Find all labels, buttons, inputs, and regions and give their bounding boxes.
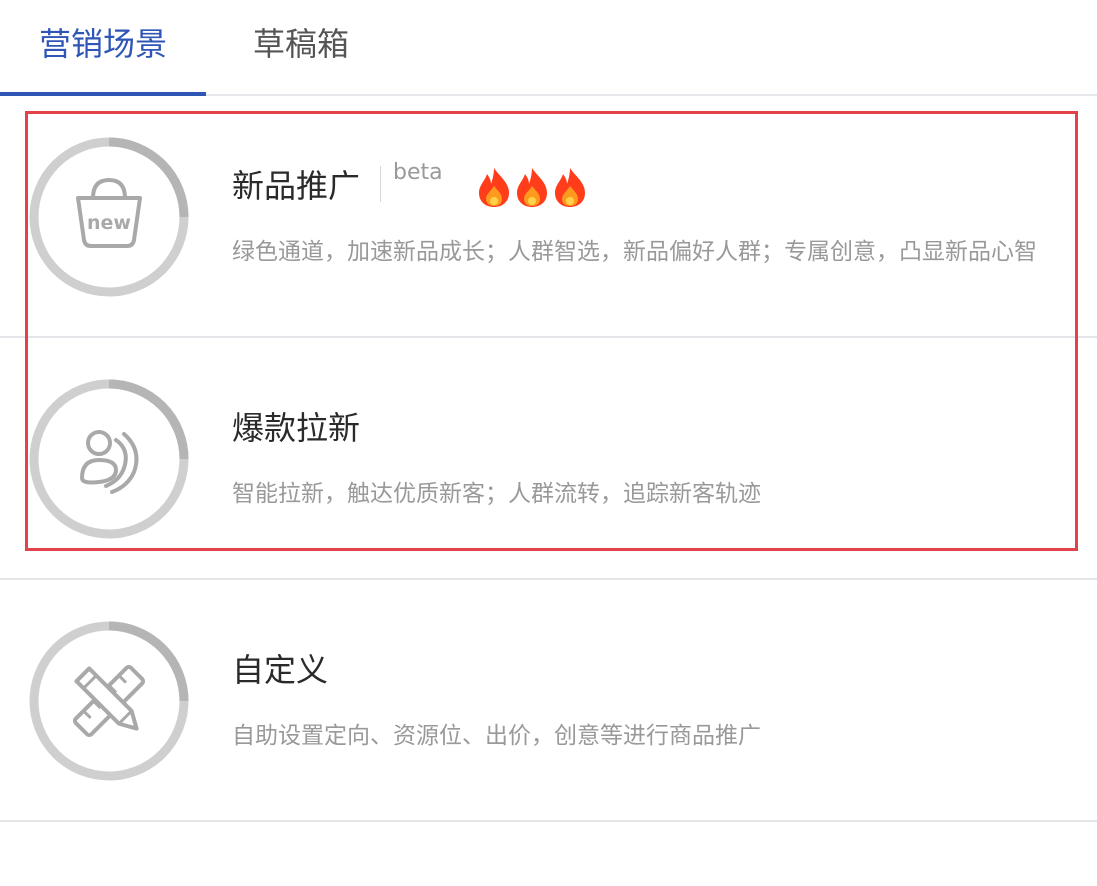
svg-text:new: new [87,212,131,234]
scene-header: 爆款拉新 [232,404,360,448]
tab-marketing-scenes[interactable]: 营销场景 [0,0,206,96]
flame-icon [478,168,509,207]
pencil-ruler-icon [28,620,190,782]
scene-header: 新品推广 beta [232,160,589,208]
beta-badge: beta [393,160,443,185]
scene-header: 自定义 [232,646,328,690]
marketing-scene-page: 营销场景 草稿箱 new 新品推广 beta 绿色通道，加速新品成长；人群智选，… [0,0,1097,886]
scene-item-hot-acquisition[interactable]: 爆款拉新 智能拉新，触达优质新客；人群流转，追踪新客轨迹 [0,338,1097,580]
hot-rating [475,166,589,208]
scene-description: 自助设置定向、资源位、出价，创意等进行商品推广 [232,723,761,749]
flame-icon [516,168,547,207]
new-bag-icon: new [28,136,190,298]
scene-description: 绿色通道，加速新品成长；人群智选，新品偏好人群；专属创意，凸显新品心智 [232,239,1037,265]
scene-description: 智能拉新，触达优质新客；人群流转，追踪新客轨迹 [232,481,761,507]
tab-bar: 营销场景 草稿箱 [0,0,1097,96]
badge-divider [380,166,382,202]
flame-icon [554,168,585,207]
scene-title: 新品推广 [232,167,361,205]
scene-item-custom[interactable]: 自定义 自助设置定向、资源位、出价，创意等进行商品推广 [0,580,1097,822]
scene-title: 爆款拉新 [232,409,361,447]
scene-title: 自定义 [232,651,329,689]
user-wave-icon [28,378,190,540]
scene-item-new-product[interactable]: new 新品推广 beta 绿色通道，加速新品成长；人群智选，新品偏好人群；专属… [0,96,1097,338]
tab-drafts[interactable]: 草稿箱 [206,0,396,96]
